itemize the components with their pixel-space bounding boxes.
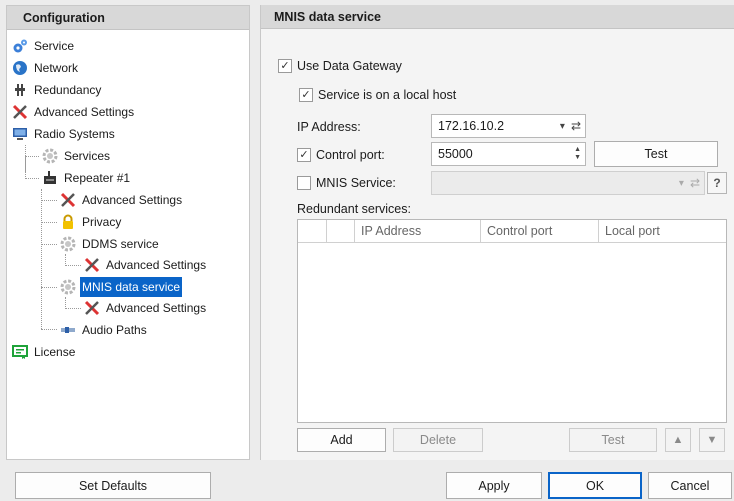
checkbox-unchecked-icon	[297, 176, 311, 190]
lock-icon	[59, 213, 77, 231]
tree-item-repeater-1[interactable]: Repeater #1	[41, 168, 132, 188]
tools-icon	[59, 191, 77, 209]
set-defaults-button[interactable]: Set Defaults	[15, 472, 211, 499]
checkbox-checked-icon: ✓	[299, 88, 313, 102]
tree-item-radio-systems[interactable]: Radio Systems	[11, 124, 117, 144]
delete-button[interactable]: Delete	[393, 428, 483, 452]
apply-button[interactable]: Apply	[446, 472, 542, 499]
tree-item-license[interactable]: License	[11, 342, 77, 362]
tree-item-redundancy[interactable]: Redundancy	[11, 80, 103, 100]
checkbox-checked-icon: ✓	[278, 59, 292, 73]
tree-item-audio-paths[interactable]: Audio Paths	[59, 320, 149, 340]
tree-item-ddms-advanced-settings[interactable]: Advanced Settings	[83, 255, 208, 275]
ip-address-combobox[interactable]: 172.16.10.2 ▾ ⇄	[431, 114, 586, 138]
redundant-test-button[interactable]: Test	[569, 428, 657, 452]
tree-item-privacy[interactable]: Privacy	[59, 212, 123, 232]
configuration-panel: Configuration Service Network Redundancy…	[6, 5, 250, 460]
tree-item-service[interactable]: Service	[11, 36, 76, 56]
cancel-button[interactable]: Cancel	[648, 472, 732, 499]
tools-icon	[83, 299, 101, 317]
repeater-icon	[41, 169, 59, 187]
grid-corner-header	[298, 220, 327, 243]
dropdown-arrow-icon[interactable]: ▾	[560, 121, 565, 132]
tools-icon	[83, 256, 101, 274]
control-port-test-button[interactable]: Test	[594, 141, 718, 167]
add-button[interactable]: Add	[297, 428, 386, 452]
gear-icon	[41, 147, 59, 165]
gear-icon	[59, 235, 77, 253]
tools-icon	[11, 103, 29, 121]
spin-up-icon[interactable]: ▲	[574, 146, 581, 154]
dropdown-arrow-icon[interactable]: ▾	[679, 178, 684, 189]
gear-icon	[59, 278, 77, 296]
control-port-spinner[interactable]: 55000 ▲ ▼	[431, 142, 586, 166]
tree-item-repeater-advanced-settings[interactable]: Advanced Settings	[59, 190, 184, 210]
ip-address-label: IP Address:	[297, 120, 361, 134]
gears-icon	[11, 37, 29, 55]
tree-item-ddms-service[interactable]: DDMS service	[59, 234, 161, 254]
tree-item-mnis-data-service[interactable]: MNIS data service	[59, 277, 183, 297]
redundant-services-grid[interactable]: IP Address Control port Local port	[297, 219, 727, 423]
use-data-gateway-checkbox[interactable]: ✓ Use Data Gateway	[278, 59, 402, 73]
refresh-icon[interactable]: ⇄	[690, 176, 700, 190]
mnis-service-checkbox[interactable]: MNIS Service:	[297, 176, 396, 190]
column-header-control-port[interactable]: Control port	[481, 220, 599, 243]
column-header-local-port[interactable]: Local port	[599, 220, 726, 243]
ok-button[interactable]: OK	[548, 472, 642, 499]
tree-item-advanced-settings[interactable]: Advanced Settings	[11, 102, 136, 122]
audio-path-icon	[59, 321, 77, 339]
configuration-header: Configuration	[7, 6, 249, 30]
mnis-data-service-panel: MNIS data service ✓ Use Data Gateway ✓ S…	[260, 5, 734, 460]
refresh-icon[interactable]: ⇄	[571, 119, 581, 133]
grid-indicator-header	[327, 220, 355, 243]
checkbox-checked-icon: ✓	[297, 148, 311, 162]
computer-icon	[11, 125, 29, 143]
mnis-service-help-button[interactable]: ?	[707, 172, 727, 194]
mnis-service-combobox[interactable]: ▾ ⇄	[431, 171, 705, 195]
panel-title: MNIS data service	[261, 5, 734, 29]
move-down-button[interactable]: ▼	[699, 428, 725, 452]
redundant-services-label: Redundant services:	[297, 202, 411, 216]
globe-icon	[11, 59, 29, 77]
spin-down-icon[interactable]: ▼	[574, 154, 581, 162]
tree-item-network[interactable]: Network	[11, 58, 80, 78]
column-header-ip-address[interactable]: IP Address	[355, 220, 481, 243]
license-icon	[11, 343, 29, 361]
control-port-checkbox[interactable]: ✓ Control port:	[297, 148, 385, 162]
move-up-button[interactable]: ▲	[665, 428, 691, 452]
tree-item-services[interactable]: Services	[41, 146, 112, 166]
local-host-checkbox[interactable]: ✓ Service is on a local host	[299, 88, 456, 102]
redundancy-icon	[11, 81, 29, 99]
tree-item-mnis-advanced-settings[interactable]: Advanced Settings	[83, 298, 208, 318]
